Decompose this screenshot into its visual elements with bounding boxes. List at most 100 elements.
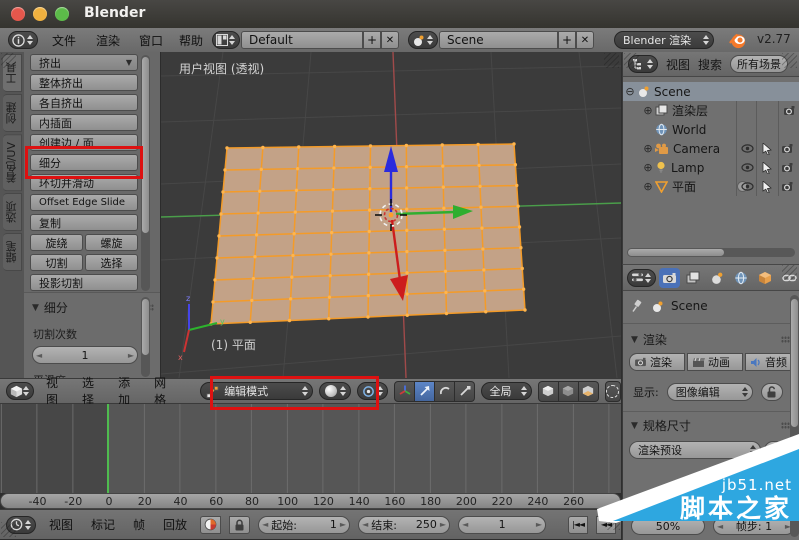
outliner-hscrollbar-thumb[interactable] xyxy=(628,249,724,256)
extrude-menu-button[interactable]: 挤出 ▼ xyxy=(30,54,138,71)
menu-add[interactable]: 添加 xyxy=(112,374,142,408)
selectability-cursor-icon[interactable] xyxy=(762,161,772,174)
render-button[interactable]: 渲染 xyxy=(629,353,685,371)
menu-window[interactable]: 窗口 xyxy=(139,32,163,49)
menu-view[interactable]: 视图 xyxy=(40,374,70,408)
expand-icon[interactable]: ⊕ xyxy=(641,104,655,117)
expand-icon[interactable]: ⊕ xyxy=(641,142,655,155)
timeline-playhead[interactable] xyxy=(107,404,109,493)
timeline-menu-view[interactable]: 视图 xyxy=(44,516,78,533)
tab-object[interactable] xyxy=(755,268,776,288)
outliner-row-scene[interactable]: ⊖ Scene xyxy=(623,82,799,101)
snap-cube-dim-button[interactable] xyxy=(558,380,579,402)
snap-cube-face-button[interactable] xyxy=(578,380,599,402)
layout-close-button[interactable]: ✕ xyxy=(381,31,399,49)
area-corner-grip[interactable] xyxy=(1,522,16,537)
manipulator-rotate-button[interactable] xyxy=(435,380,456,402)
collapse-icon[interactable]: ⊖ xyxy=(623,85,637,98)
transform-orientation-dropdown[interactable]: 全局 xyxy=(481,382,532,400)
decrement-arrow-icon[interactable]: ◄ xyxy=(259,520,271,529)
panel-scrollbar-thumb[interactable] xyxy=(142,299,149,355)
extrude-individual-button[interactable]: 各自挤出 xyxy=(30,94,138,111)
screw-button[interactable]: 螺旋 xyxy=(85,234,138,251)
outliner-row-world[interactable]: World xyxy=(623,120,799,139)
outliner-menu-view[interactable]: 视图 xyxy=(666,56,690,73)
outliner-filter-dropdown[interactable]: 所有场景 xyxy=(730,55,789,73)
manipulator-translate-button[interactable] xyxy=(415,380,436,402)
window-close-button[interactable] xyxy=(11,7,25,21)
select-button[interactable]: 选择 xyxy=(85,254,138,271)
tab-render-layers[interactable] xyxy=(683,268,704,288)
subdivide-button[interactable]: 细分 xyxy=(30,154,138,171)
screen-layout-icon-button[interactable] xyxy=(212,31,240,49)
animation-button[interactable]: 动画 xyxy=(687,353,743,371)
pin-icon[interactable] xyxy=(631,299,644,313)
tab-options[interactable]: 选项 xyxy=(3,193,22,232)
render-restrict-icon[interactable] xyxy=(783,105,796,116)
timeline-menu-frame[interactable]: 帧 xyxy=(128,516,150,533)
scene-icon-button[interactable] xyxy=(408,31,438,49)
menu-help[interactable]: 帮助 xyxy=(179,32,203,49)
visibility-eye-icon[interactable] xyxy=(741,182,754,191)
proportional-edit-button[interactable] xyxy=(604,380,622,402)
tab-grease-pencil[interactable]: 蜡笔 xyxy=(3,233,22,272)
editor-type-button-3dview[interactable] xyxy=(6,382,34,400)
renderability-camera-icon[interactable] xyxy=(781,162,794,173)
lock-interface-button[interactable] xyxy=(760,383,783,401)
scene-add-button[interactable]: + xyxy=(558,31,576,49)
renderability-camera-icon[interactable] xyxy=(781,143,794,154)
properties-scrollbar-thumb[interactable] xyxy=(791,299,798,427)
outliner-menu-search[interactable]: 搜索 xyxy=(698,56,722,73)
timeline-graph[interactable] xyxy=(0,404,621,493)
area-corner-grip[interactable] xyxy=(1,53,16,68)
display-mode-dropdown[interactable]: 图像编辑 xyxy=(666,383,753,401)
end-frame-field[interactable]: ◄ 结束: 250 ► xyxy=(358,515,451,534)
make-edge-face-button[interactable]: 创建边 / 面 xyxy=(30,134,138,151)
window-maximize-button[interactable] xyxy=(55,7,69,21)
resolution-percentage-slider[interactable]: 50% xyxy=(631,517,705,535)
layout-add-button[interactable]: + xyxy=(363,31,381,49)
lock-frame-button[interactable] xyxy=(229,515,251,534)
offset-edge-slide-button[interactable]: Offset Edge Slide xyxy=(30,194,138,211)
menu-select[interactable]: 选择 xyxy=(76,374,106,408)
visibility-eye-icon[interactable] xyxy=(741,144,754,153)
selectability-cursor-icon[interactable] xyxy=(762,142,772,155)
inset-faces-button[interactable]: 内插面 xyxy=(30,114,138,131)
viewport-shading-dropdown[interactable] xyxy=(319,382,351,400)
manipulator-scale-button[interactable] xyxy=(455,380,476,402)
current-frame-field[interactable]: ◄ 1 ► xyxy=(458,515,547,534)
visibility-eye-icon[interactable] xyxy=(741,163,754,172)
start-frame-field[interactable]: ◄ 起始: 1 ► xyxy=(258,515,351,534)
tab-render[interactable] xyxy=(658,267,680,288)
knife-button[interactable]: 切割 xyxy=(30,254,83,271)
manipulator-axes-button[interactable] xyxy=(394,380,416,402)
timeline-menu-playback[interactable]: 回放 xyxy=(158,516,192,533)
increment-arrow-icon[interactable]: ► xyxy=(337,520,349,529)
properties-scrollbar[interactable] xyxy=(790,295,799,537)
sync-playback-button[interactable] xyxy=(200,515,222,534)
menu-file[interactable]: 文件 xyxy=(52,32,76,49)
tab-scene[interactable] xyxy=(707,268,728,288)
render-preset-dropdown[interactable]: 渲染预设 xyxy=(629,441,761,459)
preset-remove-button[interactable]: − xyxy=(764,441,784,459)
tab-create[interactable]: 创建 xyxy=(3,94,22,132)
screen-layout-field[interactable]: Default xyxy=(241,31,363,49)
spin-button[interactable]: 旋绕 xyxy=(30,234,83,251)
frame-step-stepper[interactable]: ◄ 帧步: 1 ► xyxy=(713,517,795,535)
selectability-cursor-icon[interactable] xyxy=(762,180,772,193)
cuts-slider[interactable]: ◄ 1 ► xyxy=(32,346,138,364)
tab-world[interactable] xyxy=(731,268,752,288)
outliner-row-plane[interactable]: ⊕ 平面 xyxy=(623,177,799,196)
panel-collapse-icon[interactable]: ▼ xyxy=(32,303,39,313)
editor-type-button-info[interactable] xyxy=(8,31,38,49)
increment-arrow-icon[interactable]: ► xyxy=(125,351,137,360)
mode-dropdown[interactable]: 编辑模式 xyxy=(200,382,314,400)
expand-icon[interactable]: ⊕ xyxy=(641,161,655,174)
decrement-arrow-icon[interactable]: ◄ xyxy=(459,520,471,529)
viewport-3d[interactable]: z y x 用户视图 (透视) (1) 平面 xyxy=(160,51,622,379)
outliner-hscrollbar[interactable] xyxy=(627,248,795,257)
toolshelf-scrollbar-thumb[interactable] xyxy=(142,57,149,233)
duplicate-button[interactable]: 复制 xyxy=(30,214,138,231)
window-minimize-button[interactable] xyxy=(33,7,47,21)
editor-type-button-properties[interactable] xyxy=(627,268,656,287)
